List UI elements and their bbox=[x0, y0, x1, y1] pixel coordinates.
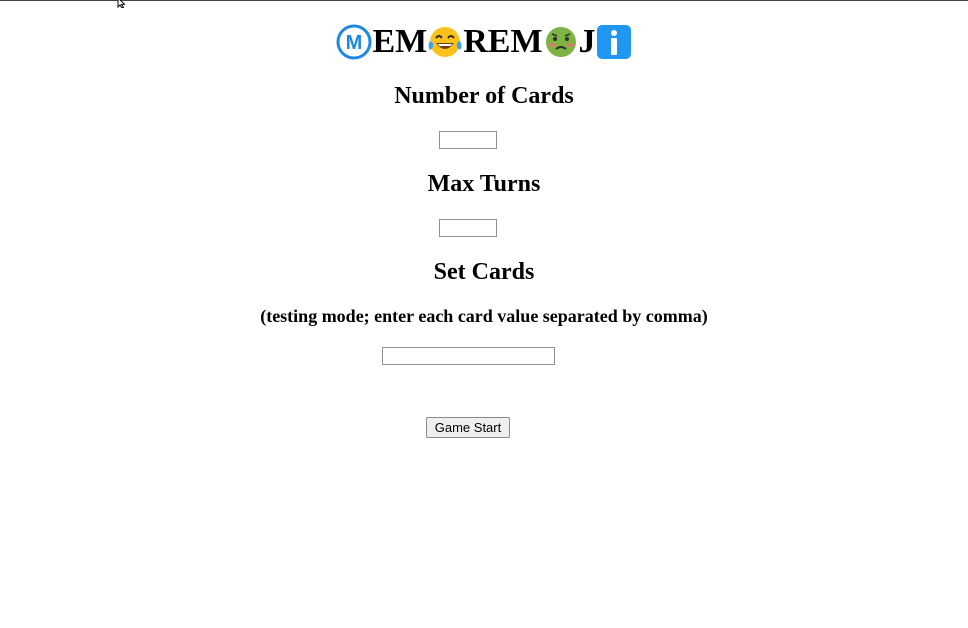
game-title: M EM REM J bbox=[0, 21, 968, 63]
number-of-cards-input[interactable] bbox=[439, 131, 497, 149]
information-icon bbox=[596, 24, 632, 60]
tears-of-joy-icon bbox=[427, 24, 463, 60]
m-circle-icon: M bbox=[336, 24, 372, 60]
max-turns-label: Max Turns bbox=[427, 171, 541, 197]
game-start-button[interactable]: Game Start bbox=[426, 417, 510, 438]
svg-text:M: M bbox=[346, 32, 363, 54]
set-cards-input[interactable] bbox=[382, 347, 555, 365]
nauseated-face-icon bbox=[543, 24, 579, 60]
title-text-3: J bbox=[578, 23, 596, 60]
mouse-cursor-icon bbox=[117, 0, 126, 8]
title-text-1: EM bbox=[372, 23, 428, 60]
set-cards-hint: (testing mode; enter each card value sep… bbox=[260, 306, 708, 326]
set-cards-label: Set Cards bbox=[433, 259, 535, 285]
max-turns-input[interactable] bbox=[439, 219, 497, 237]
number-of-cards-label: Number of Cards bbox=[394, 83, 574, 109]
title-text-2: REM bbox=[463, 23, 543, 60]
top-border bbox=[0, 0, 968, 1]
